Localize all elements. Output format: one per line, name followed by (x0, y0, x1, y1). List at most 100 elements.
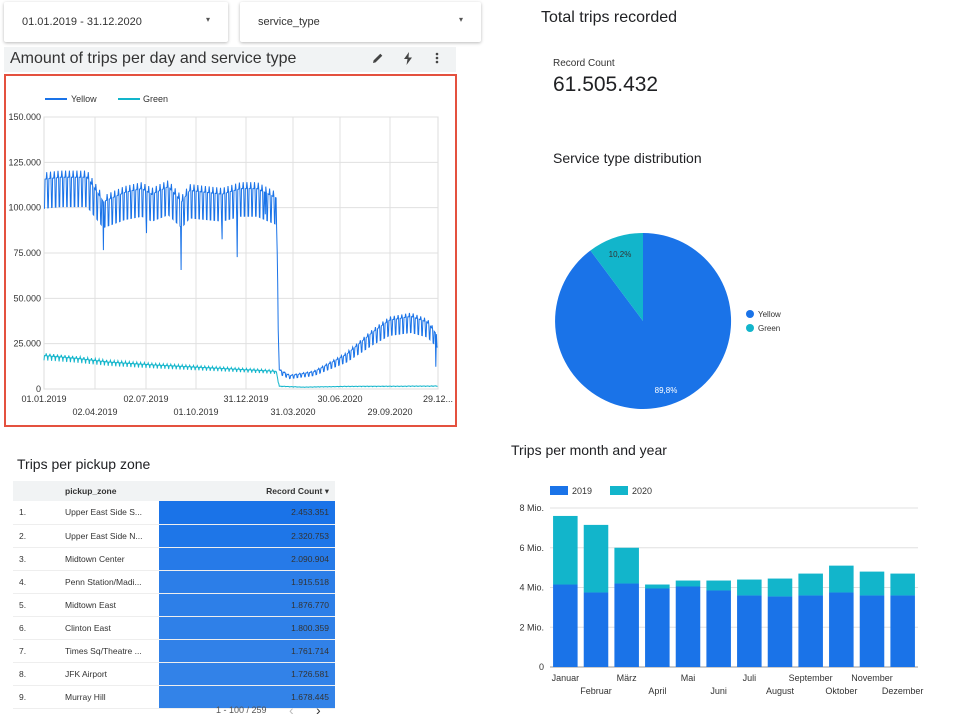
bar-2019-november (859, 595, 885, 667)
bar-2020-november (859, 571, 885, 596)
pie-label-yellow: 89,8% (655, 386, 678, 395)
row-zone: Midtown Center (59, 547, 159, 571)
col-pickup-zone[interactable]: pickup_zone (59, 481, 159, 501)
row-rank: 7. (13, 639, 59, 663)
x-tick-label: September (789, 673, 833, 683)
y-tick-label: 0 (36, 384, 41, 394)
x-tick-label: 01.01.2019 (21, 394, 66, 404)
table-row[interactable]: 9. Murray Hill 1.678.445 (13, 685, 335, 709)
bar-2020-juni (706, 580, 731, 591)
row-count: 1.726.581 (159, 662, 335, 686)
prev-page-icon[interactable]: ‹ (289, 702, 294, 718)
x-tick-label: März (617, 673, 637, 683)
x-tick-label: Juli (743, 673, 757, 683)
row-count: 1.800.359 (159, 616, 335, 640)
series-line-green (43, 353, 438, 388)
bar-2019-september (798, 595, 823, 667)
row-count: 1.915.518 (159, 570, 335, 594)
table-row[interactable]: 8. JFK Airport 1.726.581 (13, 662, 335, 686)
line-chart[interactable]: 0 25.000 50.000 75.000 100.000 125.000 150.000… (0, 0, 460, 430)
row-rank: 2. (13, 524, 59, 548)
x-tick-label: 30.06.2020 (317, 394, 362, 404)
legend-swatch-2019 (550, 486, 568, 495)
table-row[interactable]: 4. Penn Station/Madi... 1.915.518 (13, 570, 335, 594)
x-tick-label: April (648, 686, 666, 696)
x-tick-label: November (851, 673, 893, 683)
row-rank: 4. (13, 570, 59, 594)
bar-2019-mai (675, 586, 701, 667)
line-chart-y-axis: 0 25.000 50.000 75.000 100.000 125.000 150.000 (8, 112, 41, 394)
table-row[interactable]: 2. Upper East Side N... 2.320.753 (13, 524, 335, 548)
row-zone: JFK Airport (59, 662, 159, 686)
bar-chart-legend[interactable]: 2019 2020 (550, 486, 652, 496)
legend-label-yellow: Yellow (71, 94, 97, 104)
row-zone: Times Sq/Theatre ... (59, 639, 159, 663)
bar-2019-märz (614, 583, 639, 667)
bar-2020-april (645, 584, 670, 589)
bar-2019-juli (737, 595, 762, 667)
y-tick-label: 25.000 (13, 339, 41, 349)
x-tick-label: Mai (681, 673, 696, 683)
table-row[interactable]: 5. Midtown East 1.876.770 (13, 593, 335, 617)
bar-2019-juni (706, 590, 731, 667)
bar-2020-august (767, 578, 793, 597)
y-tick-label: 2 Mio. (519, 622, 544, 632)
bar-2020-juli (737, 579, 762, 596)
x-tick-label: 29.09.2020 (367, 407, 412, 417)
bar-chart[interactable]: 0 2 Mio. 4 Mio. 6 Mio. 8 Mio. JanuarFebruar Mä… (500, 478, 960, 700)
row-zone: Upper East Side S... (59, 501, 159, 525)
y-tick-label: 50.000 (13, 293, 41, 303)
legend-dot-yellow (746, 310, 754, 318)
table-row[interactable]: 1. Upper East Side S... 2.453.351 (13, 501, 335, 525)
scorecard-value: 61.505.432 (553, 73, 659, 96)
scorecard-title: Total trips recorded (541, 9, 678, 26)
table-row[interactable]: 7. Times Sq/Theatre ... 1.761.714 (13, 639, 335, 663)
table-header: pickup_zone Record Count ▾ (13, 481, 335, 501)
x-tick-label: 31.12.2019 (223, 394, 268, 404)
bar-2020-mai (675, 580, 701, 587)
x-tick-label: Juni (710, 686, 727, 696)
pagination: 1 - 100 / 259 ‹ › (216, 702, 321, 718)
col-record-count[interactable]: Record Count ▾ (159, 481, 335, 501)
bar-2019-dezember (890, 595, 915, 667)
row-rank: 8. (13, 662, 59, 686)
row-zone: Penn Station/Madi... (59, 570, 159, 594)
col-rank (13, 481, 59, 501)
x-tick-label: 01.10.2019 (173, 407, 218, 417)
row-count: 1.876.770 (159, 593, 335, 617)
y-tick-label: 8 Mio. (519, 503, 544, 513)
pie-legend-green: Green (758, 324, 780, 333)
legend-label-2019: 2019 (572, 486, 592, 496)
line-chart-x-axis: 01.01.2019 02.07.2019 31.12.2019 30.06.2020… (21, 394, 453, 417)
bar-2019-august (767, 596, 793, 667)
x-tick-label: 31.03.2020 (270, 407, 315, 417)
row-count: 2.453.351 (159, 501, 335, 525)
pie-chart-title: Service type distribution (553, 150, 702, 166)
bar-chart-bars (553, 515, 915, 667)
pie-legend-yellow: Yellow (758, 310, 781, 319)
y-tick-label: 100.000 (8, 203, 41, 213)
table-row[interactable]: 3. Midtown Center 2.090.904 (13, 547, 335, 571)
pagination-label: 1 - 100 / 259 (216, 705, 267, 715)
x-tick-label: Oktober (825, 686, 857, 696)
bar-chart-title: Trips per month and year (511, 442, 667, 458)
table-row[interactable]: 6. Clinton East 1.800.359 (13, 616, 335, 640)
bar-2020-märz (614, 547, 639, 584)
bar-2019-januar (553, 584, 578, 667)
bar-2020-september (798, 573, 823, 596)
line-chart-legend[interactable]: Yellow Green (45, 94, 168, 104)
pickup-zone-table[interactable]: pickup_zone Record Count ▾ 1. Upper East … (13, 481, 335, 709)
legend-label-2020: 2020 (632, 486, 652, 496)
bar-2020-januar (553, 515, 578, 585)
x-tick-label: August (766, 686, 795, 696)
scorecard-label: Record Count (553, 58, 615, 69)
y-tick-label: 0 (539, 662, 544, 672)
x-tick-label: 02.04.2019 (72, 407, 117, 417)
table-title: Trips per pickup zone (17, 456, 151, 472)
pie-slice-yellow[interactable] (555, 232, 732, 409)
pie-chart[interactable]: 89,8% 10,2% Yellow Green (540, 220, 820, 420)
next-page-icon[interactable]: › (316, 702, 321, 718)
bar-2019-oktober (829, 592, 854, 667)
legend-dot-green (746, 324, 754, 332)
legend-swatch-2020 (610, 486, 628, 495)
